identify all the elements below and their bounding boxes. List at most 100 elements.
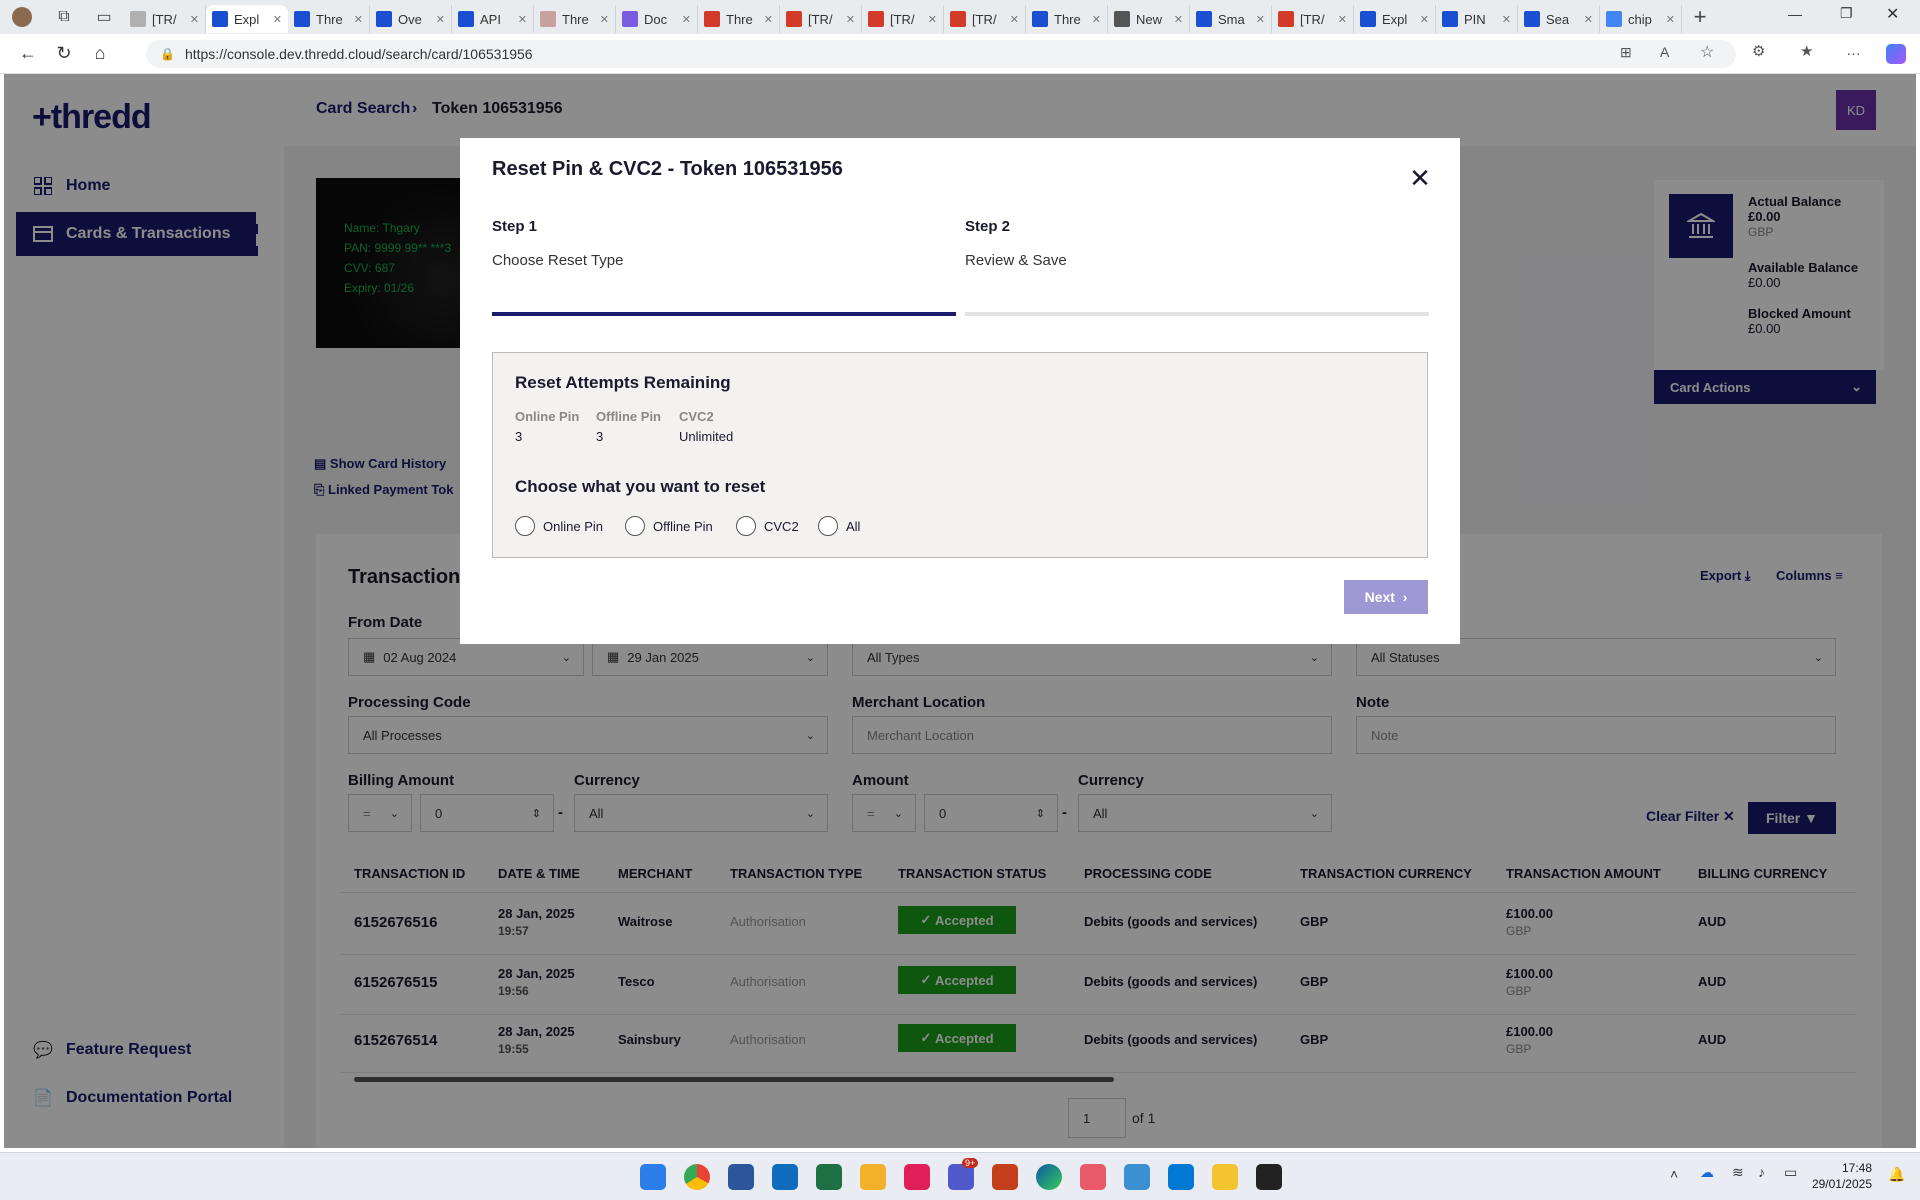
home-icon[interactable]: ⌂	[82, 36, 118, 72]
tab-title: Thre	[726, 11, 753, 27]
tab-close-icon[interactable]: ✕	[269, 13, 282, 26]
radio-circle[interactable]	[515, 516, 535, 536]
edge-icon[interactable]	[1036, 1164, 1062, 1190]
browser-tab[interactable]: [TR/ ✕	[944, 5, 1026, 33]
read-aloud-icon[interactable]: A	[1660, 44, 1669, 60]
file-explorer-icon[interactable]	[860, 1164, 886, 1190]
tab-close-icon[interactable]: ✕	[1088, 13, 1101, 26]
tab-close-icon[interactable]: ✕	[924, 13, 937, 26]
radio-circle[interactable]	[736, 516, 756, 536]
browser-tab[interactable]: PIN ✕	[1436, 5, 1518, 33]
browser-tab[interactable]: Sea ✕	[1518, 5, 1600, 33]
modal-title: Reset Pin & CVC2 - Token 106531956	[492, 158, 843, 180]
browser-tab[interactable]: chip ✕	[1600, 5, 1682, 33]
close-icon[interactable]: ✕	[1406, 163, 1434, 193]
back-icon[interactable]: ←	[10, 36, 46, 72]
cvc2-value: Unlimited	[679, 429, 734, 444]
battery-icon[interactable]: ▭	[1784, 1164, 1797, 1181]
notification-badge: 9+	[962, 1158, 979, 1168]
start-icon[interactable]	[640, 1164, 666, 1190]
tab-close-icon[interactable]: ✕	[350, 13, 363, 26]
notepad-icon[interactable]	[1124, 1164, 1150, 1190]
browser-tab[interactable]: Expl ✕	[206, 5, 288, 33]
browser-tab[interactable]: Ove ✕	[370, 5, 452, 33]
radio-circle[interactable]	[818, 516, 838, 536]
radio-cvc2[interactable]: CVC2	[736, 516, 799, 536]
close-window-icon[interactable]: ✕	[1886, 4, 1899, 24]
browser-tab[interactable]: Sma ✕	[1190, 5, 1272, 33]
excel-icon[interactable]	[816, 1164, 842, 1190]
tab-actions-icon[interactable]: ▭	[84, 7, 124, 27]
tab-close-icon[interactable]: ✕	[514, 13, 527, 26]
powerpoint-icon[interactable]	[992, 1164, 1018, 1190]
workspaces-icon[interactable]: ⧉	[44, 8, 84, 26]
radio-label: CVC2	[764, 518, 799, 534]
vscode-icon[interactable]	[1168, 1164, 1194, 1190]
browser-tab[interactable]: Expl ✕	[1354, 5, 1436, 33]
radio-circle[interactable]	[625, 516, 645, 536]
profile-avatar-icon[interactable]	[0, 0, 44, 34]
wifi-icon[interactable]: ≋	[1732, 1164, 1744, 1181]
tab-close-icon[interactable]: ✕	[842, 13, 855, 26]
browser-tab[interactable]: [TR/ ✕	[1272, 5, 1354, 33]
step1-heading: Step 1	[492, 218, 538, 235]
tab-close-icon[interactable]: ✕	[186, 13, 199, 26]
tab-close-icon[interactable]: ✕	[596, 13, 609, 26]
extensions-icon[interactable]: ⚙	[1752, 42, 1765, 60]
tab-close-icon[interactable]: ✕	[1498, 13, 1511, 26]
tab-close-icon[interactable]: ✕	[1580, 13, 1593, 26]
tab-close-icon[interactable]: ✕	[432, 13, 445, 26]
offline-pin-label: Offline Pin	[596, 409, 661, 424]
browser-tab[interactable]: New ✕	[1108, 5, 1190, 33]
restore-icon[interactable]: ❐	[1840, 5, 1853, 22]
refresh-icon[interactable]: ↻	[46, 36, 82, 72]
radio-online-pin[interactable]: Online Pin	[515, 516, 603, 536]
tab-close-icon[interactable]: ✕	[1416, 13, 1429, 26]
tab-close-icon[interactable]: ✕	[1252, 13, 1265, 26]
tab-close-icon[interactable]: ✕	[1662, 13, 1675, 26]
tab-close-icon[interactable]: ✕	[760, 13, 773, 26]
browser-tab[interactable]: Thre ✕	[698, 5, 780, 33]
browser-tab[interactable]: Thre ✕	[534, 5, 616, 33]
volume-icon[interactable]: ♪	[1758, 1164, 1765, 1180]
browser-tab[interactable]: Thre ✕	[1026, 5, 1108, 33]
outlook-icon[interactable]	[772, 1164, 798, 1190]
clock[interactable]: 17:48 29/01/2025	[1808, 1160, 1872, 1192]
copilot-icon[interactable]	[1886, 44, 1906, 64]
browser-tab[interactable]: Doc ✕	[616, 5, 698, 33]
remote-desktop-icon[interactable]	[1080, 1164, 1106, 1190]
tab-title: [TR/	[152, 11, 177, 27]
chevron-up-icon[interactable]: ˄	[1670, 1166, 1678, 1182]
more-icon[interactable]: …	[1846, 42, 1861, 59]
terminal-icon[interactable]	[1256, 1164, 1282, 1190]
notifications-icon[interactable]: 🔔	[1888, 1166, 1905, 1183]
clock-time: 17:48	[1841, 1161, 1872, 1175]
tab-favicon-icon	[1524, 11, 1540, 27]
browser-tab[interactable]: API ✕	[452, 5, 534, 33]
reset-pin-modal: Reset Pin & CVC2 - Token 106531956 ✕ Ste…	[460, 138, 1460, 644]
onedrive-icon[interactable]: ☁	[1700, 1164, 1714, 1181]
app-available-icon[interactable]: ⊞	[1620, 44, 1632, 61]
tab-close-icon[interactable]: ✕	[1334, 13, 1347, 26]
tab-close-icon[interactable]: ✕	[1006, 13, 1019, 26]
chrome-icon[interactable]	[684, 1164, 710, 1190]
offline-pin-value: 3	[596, 429, 604, 444]
slack-icon[interactable]	[904, 1164, 930, 1190]
word-icon[interactable]	[728, 1164, 754, 1190]
browser-tab[interactable]: [TR/ ✕	[862, 5, 944, 33]
browser-tab[interactable]: Thre ✕	[288, 5, 370, 33]
radio-all[interactable]: All	[818, 516, 860, 536]
new-tab-icon[interactable]: +	[1682, 4, 1718, 30]
browser-tab[interactable]: [TR/ ✕	[780, 5, 862, 33]
url-field[interactable]: 🔒 https://console.dev.thredd.cloud/searc…	[146, 40, 1736, 68]
next-label: Next	[1364, 589, 1395, 605]
radio-offline-pin[interactable]: Offline Pin	[625, 516, 713, 536]
pen-app-icon[interactable]	[1212, 1164, 1238, 1190]
browser-tab[interactable]: [TR/ ✕	[124, 5, 206, 33]
minimize-icon[interactable]: —	[1788, 6, 1802, 22]
favorite-star-icon[interactable]: ☆	[1700, 42, 1714, 62]
tab-close-icon[interactable]: ✕	[1170, 13, 1183, 26]
tab-close-icon[interactable]: ✕	[678, 13, 691, 26]
next-button[interactable]: Next ›	[1344, 580, 1428, 614]
favorites-icon[interactable]: ★	[1800, 42, 1813, 60]
